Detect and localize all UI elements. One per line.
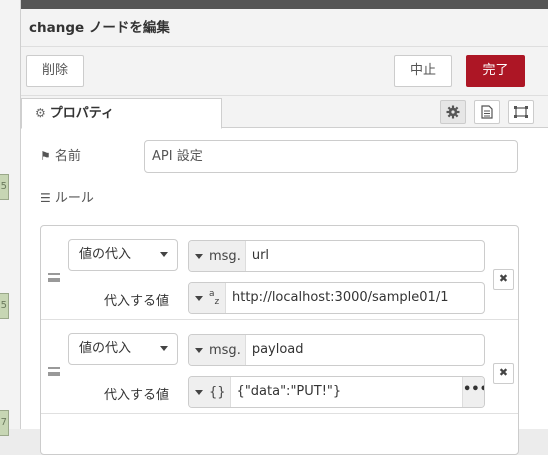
rule-action-select[interactable]: 値の代入 <box>68 333 178 365</box>
tab-appearance[interactable] <box>508 100 534 124</box>
tag-icon: ⚑ <box>40 149 51 163</box>
rule-value-input[interactable]: az http://localhost:3000/sample01/1 <box>188 282 485 314</box>
node-stub-label: 5 <box>0 181 7 192</box>
chevron-down-icon <box>195 295 203 301</box>
drag-handle-icon[interactable] <box>48 367 60 376</box>
drag-handle-icon[interactable] <box>48 273 60 282</box>
name-label: ⚑ 名前 <box>40 145 81 164</box>
value-type-button[interactable]: {} <box>189 377 231 407</box>
top-bar <box>0 0 548 9</box>
chevron-down-icon <box>195 253 203 259</box>
properties-form: ⚑ 名前 API 設定 ☰ ルール 値の代入 msg. url ✖ 代入する値 … <box>21 128 548 455</box>
tabs-bar: ⚙ プロパティ <box>21 96 548 129</box>
tab-description[interactable] <box>474 100 500 124</box>
target-type-label: msg. <box>209 248 241 264</box>
rule-action-select[interactable]: 値の代入 <box>68 239 178 271</box>
appearance-icon <box>514 106 528 118</box>
flow-workspace: 5 5 7 <box>0 0 21 436</box>
rule-target-input[interactable]: msg. url <box>188 240 485 272</box>
target-type-label: msg. <box>209 342 241 358</box>
rules-list: 値の代入 msg. url ✖ 代入する値 az http://localhos… <box>40 225 519 455</box>
tray-title: change ノードを編集 <box>29 20 170 36</box>
chevron-down-icon <box>195 347 203 353</box>
value-label: 代入する値 <box>104 388 170 403</box>
remove-rule-button[interactable]: ✖ <box>493 363 514 384</box>
value-type-button[interactable]: az <box>189 283 226 313</box>
node-stub-label: 7 <box>0 417 7 428</box>
rules-label-text: ルール <box>54 191 94 206</box>
tab-properties-label: プロパティ <box>49 106 114 121</box>
rule-item: 値の代入 msg. payload ✖ 代入する値 {} {"data":"PU… <box>41 320 518 414</box>
value-text[interactable]: http://localhost:3000/sample01/1 <box>226 283 484 313</box>
rule-target-input[interactable]: msg. payload <box>188 334 485 366</box>
delete-button[interactable]: 削除 <box>26 55 84 87</box>
node-stub: 5 <box>0 174 9 200</box>
value-text[interactable]: {"data":"PUT!"} <box>231 377 462 407</box>
value-label: 代入する値 <box>104 294 170 309</box>
rules-label: ☰ ルール <box>40 187 94 206</box>
target-value[interactable]: payload <box>246 335 484 365</box>
node-stub-label: 5 <box>0 300 7 311</box>
string-type-icon: az <box>209 288 220 307</box>
chevron-down-icon <box>195 389 203 395</box>
cancel-button[interactable]: 中止 <box>394 55 452 87</box>
tab-settings[interactable] <box>440 100 466 124</box>
node-stub: 5 <box>0 293 9 319</box>
done-button[interactable]: 完了 <box>466 55 525 87</box>
gear-icon <box>446 105 460 119</box>
target-type-button[interactable]: msg. <box>189 241 246 271</box>
name-field[interactable]: API 設定 <box>144 140 518 173</box>
name-label-text: 名前 <box>54 149 81 164</box>
description-icon <box>481 105 493 119</box>
list-icon: ☰ <box>40 191 51 205</box>
tab-properties[interactable]: ⚙ プロパティ <box>21 98 222 129</box>
target-type-button[interactable]: msg. <box>189 335 246 365</box>
json-type-icon: {} <box>209 384 226 400</box>
remove-rule-button[interactable]: ✖ <box>493 269 514 290</box>
edit-tray: change ノードを編集 削除 中止 完了 ⚙ プロパティ ⚑ 名前 API … <box>21 9 548 455</box>
target-value[interactable]: url <box>246 241 484 271</box>
tray-toolbar: 削除 中止 完了 <box>21 47 548 96</box>
tray-header: change ノードを編集 <box>21 9 548 47</box>
node-stub: 7 <box>0 410 9 436</box>
gear-icon: ⚙ <box>35 106 46 120</box>
rule-item: 値の代入 msg. url ✖ 代入する値 az http://localhos… <box>41 226 518 320</box>
rule-value-input[interactable]: {} {"data":"PUT!"} ••• <box>188 376 485 408</box>
expand-editor-button[interactable]: ••• <box>462 377 484 407</box>
